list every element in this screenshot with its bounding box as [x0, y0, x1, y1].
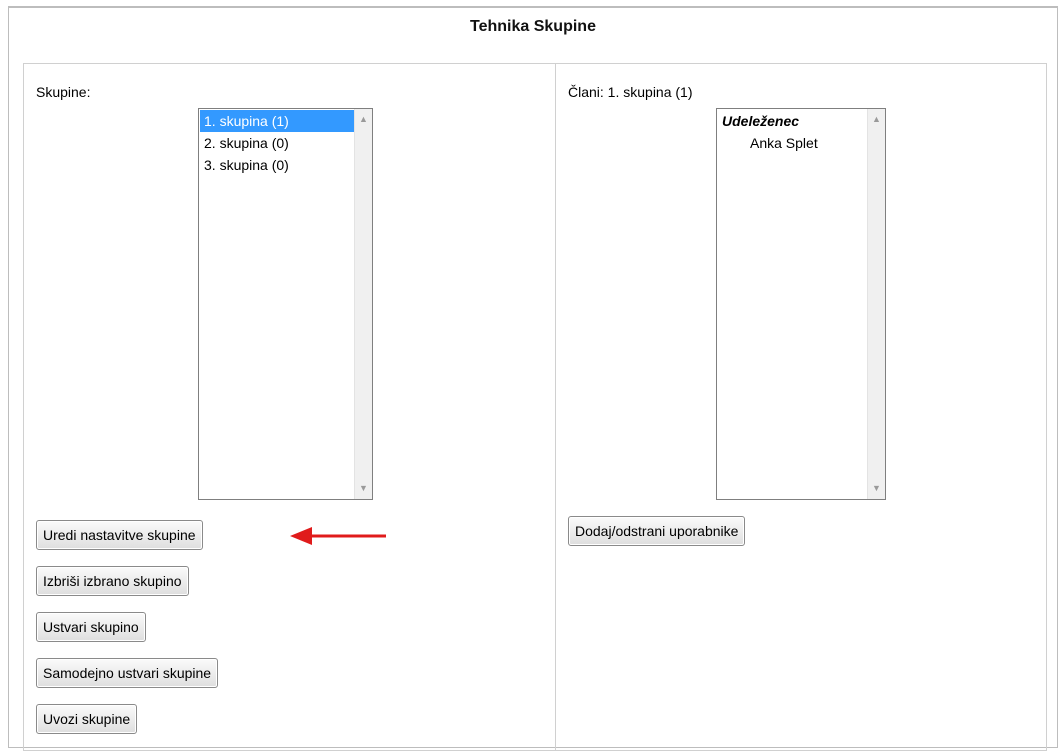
auto-create-groups-button[interactable]: Samodejno ustvari skupine: [36, 658, 219, 688]
scroll-down-arrow-icon[interactable]: ▼: [355, 480, 372, 497]
members-listbox[interactable]: Udeleženec Anka Splet ▲ ▼: [716, 108, 886, 500]
add-remove-users-button[interactable]: Dodaj/odstrani uporabnike: [568, 516, 746, 546]
groups-scrollbar[interactable]: ▲ ▼: [354, 109, 372, 499]
member-option-1[interactable]: Anka Splet: [718, 132, 867, 154]
groups-label: Skupine:: [36, 84, 91, 100]
groups-listbox[interactable]: 1. skupina (1) 2. skupina (0) 3. skupina…: [198, 108, 373, 500]
column-divider: [555, 64, 556, 750]
scroll-down-arrow-icon[interactable]: ▼: [868, 480, 885, 497]
group-option-1[interactable]: 1. skupina (1): [200, 110, 354, 132]
tehnika-skupine-window: Tehnika Skupine Skupine: 1. skupina (1) …: [8, 6, 1058, 751]
edit-group-settings-button[interactable]: Uredi nastavitve skupine: [36, 520, 203, 550]
import-groups-button[interactable]: Uvozi skupine: [36, 704, 138, 734]
create-group-button[interactable]: Ustvari skupino: [36, 612, 146, 642]
members-role-heading: Udeleženec: [722, 113, 800, 129]
scroll-up-arrow-icon[interactable]: ▲: [868, 111, 885, 128]
group-option-3[interactable]: 3. skupina (0): [200, 154, 354, 176]
members-label: Člani: 1. skupina (1): [568, 84, 693, 100]
scroll-up-arrow-icon[interactable]: ▲: [355, 111, 372, 128]
delete-selected-group-button[interactable]: Izbriši izbrano skupino: [36, 566, 189, 596]
groups-panel: Skupine: 1. skupina (1) 2. skupina (0) 3…: [23, 63, 1047, 751]
members-scrollbar[interactable]: ▲ ▼: [867, 109, 885, 499]
page-title: Tehnika Skupine: [470, 18, 596, 35]
group-option-2[interactable]: 2. skupina (0): [200, 132, 354, 154]
annotation-arrow-icon: [290, 527, 386, 545]
